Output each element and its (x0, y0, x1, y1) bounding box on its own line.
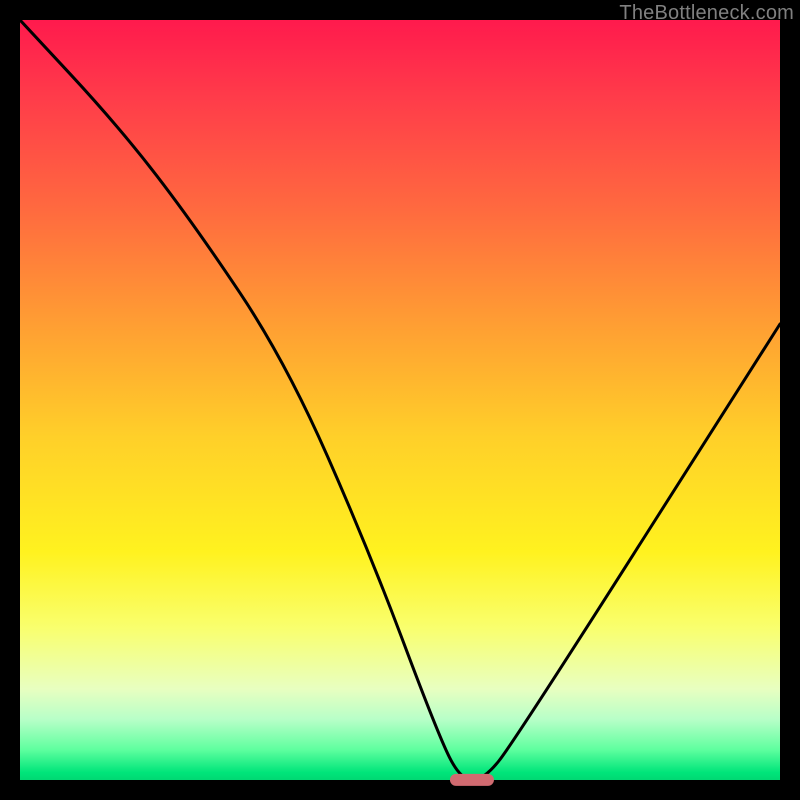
plot-area (20, 20, 780, 780)
optimal-marker (450, 774, 494, 786)
chart-frame: TheBottleneck.com (0, 0, 800, 800)
curve-layer (20, 20, 780, 780)
bottleneck-curve (20, 20, 780, 780)
